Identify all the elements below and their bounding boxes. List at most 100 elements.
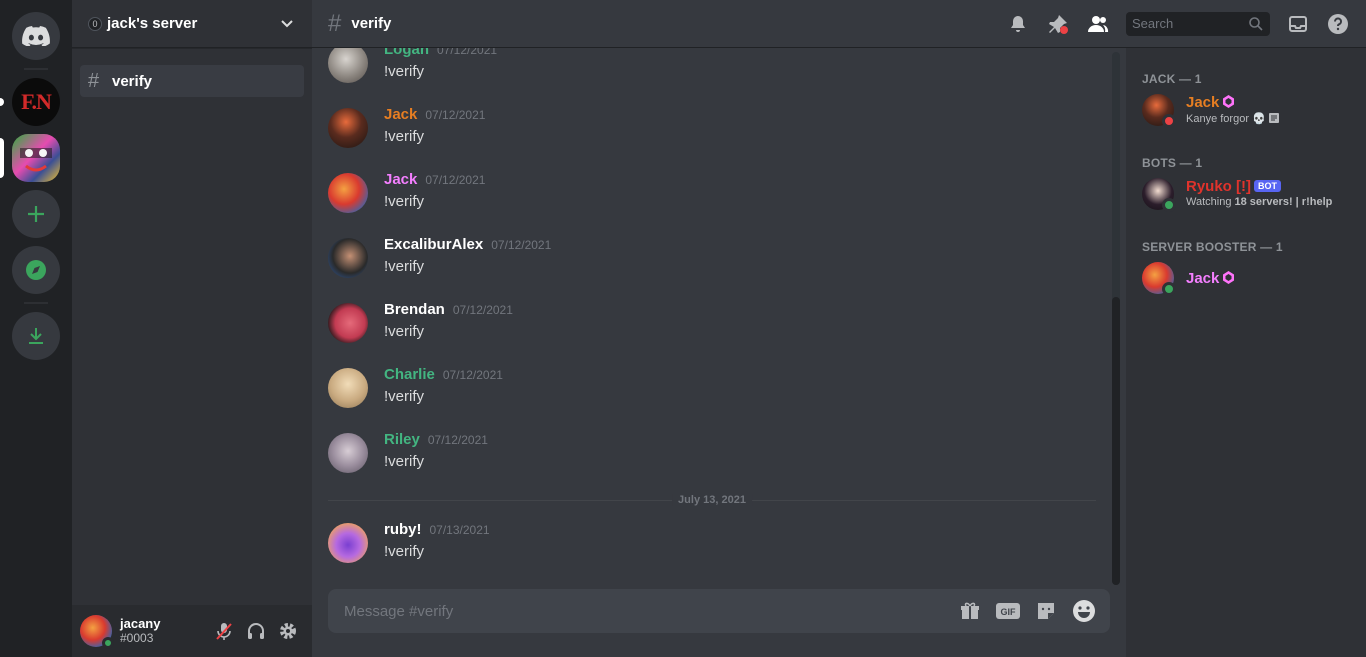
emoji-icon: [1073, 600, 1095, 622]
message-timestamp: 07/12/2021: [491, 238, 552, 252]
message-author[interactable]: ruby! 07/13/2021: [384, 521, 490, 538]
chevron-down-icon: [281, 19, 293, 27]
add-server-button[interactable]: [12, 190, 60, 238]
sticker-button[interactable]: [1030, 595, 1062, 627]
home-button[interactable]: [12, 12, 60, 60]
user-panel: jacany #0003: [72, 605, 312, 657]
plus-icon: [28, 206, 44, 222]
channel-item-verify[interactable]: # verify: [80, 65, 304, 97]
message-author[interactable]: ExcaliburAlex 07/12/2021: [384, 236, 551, 253]
help-button[interactable]: [1326, 12, 1350, 36]
message-timestamp: 07/12/2021: [452, 303, 513, 317]
member-section-header: BOTS — 1: [1142, 156, 1203, 170]
gif-button[interactable]: GIF: [992, 595, 1024, 627]
author-name: Charlie: [384, 366, 435, 383]
scrollbar-thumb[interactable]: [1112, 297, 1120, 585]
gif-icon: GIF: [996, 603, 1020, 619]
gift-button[interactable]: [954, 595, 986, 627]
avatar[interactable]: [328, 433, 368, 473]
author-name: Logan: [384, 48, 429, 58]
message-author[interactable]: Charlie 07/12/2021: [384, 366, 503, 383]
message: Jack 07/12/2021 !verify: [328, 106, 1108, 168]
inbox-button[interactable]: [1286, 12, 1310, 36]
inbox-icon: [1289, 15, 1307, 32]
avatar[interactable]: [328, 238, 368, 278]
avatar[interactable]: [328, 523, 368, 563]
online-status-icon: [102, 637, 114, 649]
message-timestamp: 07/12/2021: [425, 173, 486, 187]
notifications-button[interactable]: [1006, 12, 1030, 36]
member-activity: Watching 18 servers! | r!help: [1186, 196, 1332, 208]
member-list: JACK — 1 Jack Kanye forgor 💀 BOTS — 1 Ry…: [1126, 48, 1366, 657]
mic-muted-icon: [216, 623, 232, 640]
avatar[interactable]: [328, 48, 368, 83]
guild-header[interactable]: 0 jack's server: [72, 0, 312, 48]
member-activity: Kanye forgor 💀: [1186, 112, 1279, 125]
author-name: Jack: [384, 171, 418, 188]
download-apps-button[interactable]: [12, 312, 60, 360]
message-content: !verify: [384, 543, 425, 560]
svg-text:GIF: GIF: [1001, 607, 1017, 617]
bot-badge: BOT: [1254, 180, 1281, 192]
message: Brendan 07/12/2021 !verify: [328, 301, 1108, 363]
date-divider-label: July 13, 2021: [672, 494, 752, 506]
message-list: Logan 07/12/2021 !verify Jack 07/12/2021 !…: [312, 48, 1126, 588]
server-jacks-server[interactable]: [12, 134, 60, 182]
member-item[interactable]: Ryuko [!] BOT Watching 18 servers! | r!he…: [1142, 178, 1362, 220]
message: Charlie 07/12/2021 !verify: [328, 366, 1108, 428]
avatar[interactable]: [328, 108, 368, 148]
message-content: !verify: [384, 63, 425, 80]
search-icon: [1249, 16, 1263, 31]
message-content: !verify: [384, 388, 425, 405]
message: ruby! 07/13/2021 !verify: [328, 521, 1108, 583]
message-author[interactable]: Riley 07/12/2021: [384, 431, 488, 448]
message-content: !verify: [384, 193, 425, 210]
deafen-button[interactable]: [240, 615, 272, 647]
avatar[interactable]: [80, 615, 114, 649]
user-info[interactable]: jacany #0003: [120, 616, 208, 646]
message-content: !verify: [384, 258, 425, 275]
rail-separator: [24, 302, 48, 304]
member-item[interactable]: Jack Kanye forgor 💀: [1142, 94, 1362, 136]
avatar[interactable]: [328, 173, 368, 213]
message-author[interactable]: Jack 07/12/2021: [384, 171, 485, 188]
hash-icon: #: [328, 9, 342, 37]
mute-button[interactable]: [208, 615, 240, 647]
server-fn[interactable]: F.N: [12, 78, 60, 126]
message-author[interactable]: Jack 07/12/2021: [384, 106, 485, 123]
avatar[interactable]: [328, 303, 368, 343]
activity-detail: 18 servers! | r!help: [1234, 196, 1333, 208]
discord-logo-icon: [22, 26, 50, 46]
message-timestamp: 07/12/2021: [442, 368, 503, 382]
username: jacany: [120, 616, 161, 631]
emoji-button[interactable]: [1068, 595, 1100, 627]
server-jack-icon: [20, 148, 52, 172]
explore-servers-button[interactable]: [12, 246, 60, 294]
member-name: Jack: [1186, 270, 1235, 287]
boost-count-badge: 0: [88, 16, 102, 31]
avatar[interactable]: [328, 368, 368, 408]
message-author[interactable]: Logan 07/12/2021: [384, 48, 497, 58]
headphones-icon: [248, 623, 264, 639]
message-author[interactable]: Brendan 07/12/2021: [384, 301, 513, 318]
hash-icon: #: [88, 69, 100, 92]
author-name: Jack: [384, 106, 418, 123]
author-name: Brendan: [384, 301, 445, 318]
message-content: !verify: [384, 128, 425, 145]
scrollbar[interactable]: [1112, 52, 1120, 585]
message: Riley 07/12/2021 !verify: [328, 431, 1108, 493]
author-name: ExcaliburAlex: [384, 236, 484, 253]
message-input[interactable]: [344, 602, 948, 620]
member-section-header: SERVER BOOSTER — 1: [1142, 240, 1283, 254]
user-discriminator: #0003: [120, 631, 154, 645]
member-list-button[interactable]: [1086, 12, 1110, 36]
server-rail: F.N: [0, 0, 72, 657]
unread-pill: [0, 98, 4, 106]
search-input[interactable]: [1132, 16, 1248, 31]
search-box[interactable]: [1126, 11, 1270, 36]
user-settings-button[interactable]: [272, 615, 304, 647]
help-icon: [1328, 13, 1348, 34]
pinned-messages-button[interactable]: [1046, 12, 1070, 36]
message-timestamp: 07/12/2021: [437, 48, 498, 57]
member-item[interactable]: Jack: [1142, 262, 1362, 304]
